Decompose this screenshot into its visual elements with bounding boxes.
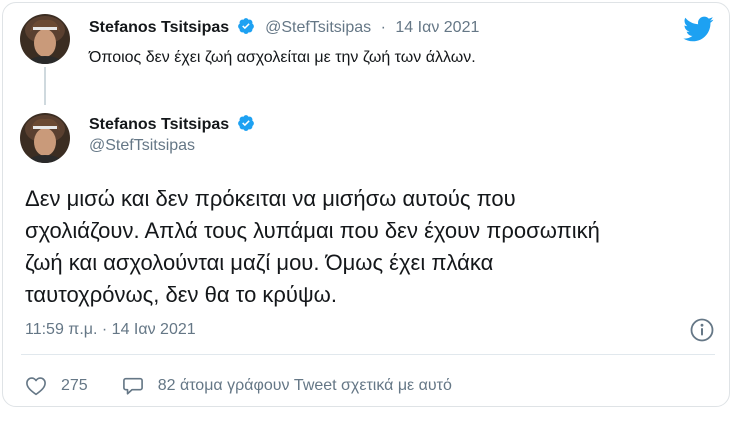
tweet-text: Δεν μισώ και δεν πρόκειται να μισήσω αυτ… <box>25 183 715 311</box>
tweet-text-line: ζωή και ασχολούνται μαζί μου. Όμως έχει … <box>25 250 494 275</box>
like-button[interactable]: 275 <box>25 376 122 396</box>
twitter-bird-icon[interactable] <box>682 13 714 45</box>
author-name[interactable]: Stefanos Tsitsipas <box>89 19 229 36</box>
reply-button[interactable]: 82 άτομα γράφουν Tweet σχετικά με αυτό <box>122 376 452 396</box>
quoted-tweet-text: Όποιος δεν έχει ζωή ασχολείται με την ζω… <box>89 49 476 66</box>
quoted-tweet-date[interactable]: 14 Ιαν 2021 <box>395 19 479 36</box>
tweet-text-line: Δεν μισώ και δεν πρόκειται να μισήσω αυτ… <box>25 186 516 211</box>
tweet-actions: 275 82 άτομα γράφουν Tweet σχετικά με αυ… <box>25 375 452 397</box>
author-handle[interactable]: @StefTsitsipas <box>265 19 371 36</box>
reply-count-text: 82 άτομα γράφουν Tweet σχετικά με αυτό <box>157 377 452 394</box>
main-tweet-author: Stefanos Tsitsipas <box>89 114 255 137</box>
tweet-text-line: σχολιάζουν. Απλά τους λυπάμαι που δεν έχ… <box>25 218 600 243</box>
author-handle[interactable]: @StefTsitsipas <box>89 137 195 155</box>
avatar[interactable] <box>20 113 70 163</box>
divider <box>21 354 715 355</box>
heart-icon <box>25 376 47 396</box>
quoted-tweet-header: Stefanos Tsitsipas @StefTsitsipas · 14 Ι… <box>89 17 479 40</box>
info-icon[interactable] <box>689 317 715 343</box>
verified-badge-icon <box>237 114 255 137</box>
embedded-tweet-card: Stefanos Tsitsipas @StefTsitsipas · 14 Ι… <box>2 2 730 407</box>
like-count: 275 <box>61 377 88 394</box>
thread-connector-line <box>44 67 46 105</box>
verified-badge-icon <box>237 17 255 40</box>
avatar[interactable] <box>20 14 70 64</box>
tweet-timestamp[interactable]: 11:59 π.μ. · 14 Ιαν 2021 <box>25 321 196 339</box>
separator-dot: · <box>380 19 386 36</box>
speech-bubble-icon <box>122 376 144 396</box>
author-name[interactable]: Stefanos Tsitsipas <box>89 116 229 133</box>
tweet-text-line: ταυτοχρόνως, δεν θα το κρύψω. <box>25 282 337 307</box>
